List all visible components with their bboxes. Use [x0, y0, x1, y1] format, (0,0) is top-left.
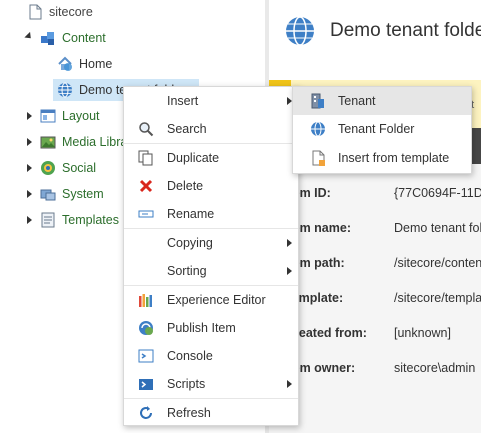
social-icon [40, 160, 56, 176]
tree-label-media-library: Media Library [62, 135, 124, 149]
collapse-arrow-icon[interactable] [24, 31, 34, 42]
home-icon [57, 56, 73, 72]
menu-item-scripts[interactable]: Scripts [124, 370, 298, 398]
field-row-template: Template: /sitecore/templates [269, 291, 481, 311]
menu-item-label: Search [167, 122, 207, 136]
layout-icon [40, 108, 56, 124]
expand-arrow-icon[interactable] [27, 190, 32, 198]
tenant-icon [310, 93, 326, 109]
tree-label-system: System [62, 187, 104, 201]
submenu-item-label: Insert from template [338, 151, 450, 165]
tree-node-layout[interactable]: Layout [40, 106, 100, 126]
menu-item-label: Delete [167, 179, 204, 193]
tree-node-system[interactable]: System [40, 184, 104, 204]
tree-label-home: Home [79, 57, 113, 71]
submenu-item-label: Tenant [338, 94, 376, 108]
content-editor-panel: Demo tenant folder ot Item ID: {77C0694F… [269, 0, 481, 433]
field-value: [unknown] [394, 326, 451, 340]
field-row-item-id: Item ID: {77C0694F-11D6 [269, 186, 481, 206]
expand-arrow-icon[interactable] [27, 216, 32, 224]
item-header: Demo tenant folder [269, 0, 481, 80]
field-value: /sitecore/content/Demo tenant folder [394, 256, 481, 270]
expand-arrow-icon[interactable] [27, 164, 32, 172]
menu-item-label: Copying [167, 236, 213, 250]
tree-label-content: Content [62, 31, 106, 45]
submenu-item-tenant[interactable]: Tenant [293, 87, 471, 115]
menu-item-insert[interactable]: Insert [124, 87, 298, 115]
console-icon [138, 348, 154, 364]
system-icon [40, 186, 56, 202]
menu-item-refresh[interactable]: Refresh [124, 399, 298, 427]
rename-icon [138, 206, 154, 222]
tree-node-templates[interactable]: Templates [40, 210, 119, 230]
menu-item-rename[interactable]: Rename [124, 200, 298, 228]
experience-editor-icon [138, 292, 154, 308]
menu-item-search[interactable]: Search [124, 115, 298, 143]
tree-node-content[interactable]: Content [40, 28, 106, 48]
submenu-item-label: Tenant Folder [338, 122, 415, 136]
tree-node-media-library[interactable]: Media Library [40, 132, 124, 152]
field-row-item-name: Item name: Demo tenant folder [269, 221, 481, 241]
templates-icon [40, 212, 56, 228]
menu-item-sorting[interactable]: Sorting [124, 257, 298, 285]
tree-label-social: Social [62, 161, 97, 175]
field-row-item-owner: Item owner: sitecore\admin [269, 361, 481, 381]
submenu-arrow-icon [287, 267, 292, 275]
context-menu: Insert Search Duplicate Delete Rename Co… [123, 86, 299, 426]
menu-item-console[interactable]: Console [124, 342, 298, 370]
tree-node-social[interactable]: Social [40, 158, 96, 178]
content-icon [40, 30, 56, 46]
tree-label-layout: Layout [62, 109, 100, 123]
globe-icon [310, 121, 326, 137]
globe-icon [284, 15, 316, 47]
field-row-created-from: Created from: [unknown] [269, 326, 481, 346]
submenu-item-insert-from-template[interactable]: Insert from template [293, 144, 471, 172]
menu-item-label: Scripts [167, 377, 206, 391]
menu-item-label: Rename [167, 207, 215, 221]
field-value: sitecore\admin [394, 361, 476, 375]
menu-item-label: Console [167, 349, 213, 363]
tree-node-home[interactable]: Home [57, 54, 112, 74]
field-value[interactable]: /sitecore/templates [394, 291, 481, 305]
menu-item-publish-item[interactable]: Publish Item [124, 314, 298, 342]
submenu-arrow-icon [287, 239, 292, 247]
delete-icon [138, 178, 154, 194]
duplicate-icon [138, 150, 154, 166]
publish-icon [138, 320, 154, 336]
menu-item-label: Sorting [167, 264, 207, 278]
item-title: Demo tenant folder [330, 20, 481, 41]
tree-node-sitecore[interactable]: sitecore [27, 2, 93, 22]
template-page-icon [310, 150, 326, 166]
menu-item-label: Experience Editor [167, 293, 266, 307]
menu-item-experience-editor[interactable]: Experience Editor [124, 286, 298, 314]
scripts-icon [138, 376, 154, 392]
expand-arrow-icon[interactable] [27, 112, 32, 120]
menu-item-label: Duplicate [167, 151, 220, 165]
page-icon [27, 4, 43, 20]
submenu-arrow-icon [287, 380, 292, 388]
search-icon [138, 121, 154, 137]
expand-arrow-icon[interactable] [27, 138, 32, 146]
menu-item-duplicate[interactable]: Duplicate [124, 144, 298, 172]
insert-submenu: Tenant Tenant Folder Insert from templat… [292, 86, 472, 174]
menu-item-copying[interactable]: Copying [124, 229, 298, 257]
menu-item-delete[interactable]: Delete [124, 172, 298, 200]
field-value: Demo tenant folder [394, 221, 481, 235]
menu-item-label: Refresh [167, 406, 211, 420]
menu-item-label: Insert [167, 94, 199, 108]
field-value: {77C0694F-11D6 [394, 186, 481, 200]
refresh-icon [138, 405, 154, 421]
tree-label-templates: Templates [62, 213, 119, 227]
menu-item-label: Publish Item [167, 321, 236, 335]
globe-icon [57, 82, 73, 98]
submenu-item-tenant-folder[interactable]: Tenant Folder [293, 115, 471, 143]
field-row-item-path: Item path: /sitecore/content/Demo tenant… [269, 256, 481, 276]
media-library-icon [40, 134, 56, 150]
tree-label-sitecore: sitecore [49, 5, 93, 19]
